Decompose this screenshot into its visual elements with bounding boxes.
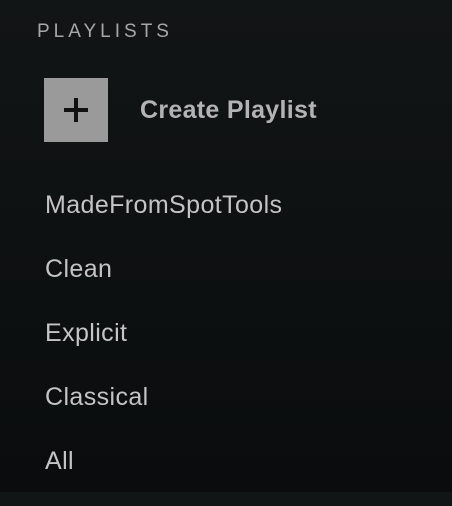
create-playlist-icon-box xyxy=(44,78,108,142)
create-playlist-label: Create Playlist xyxy=(140,95,317,124)
playlist-item-all[interactable]: All xyxy=(45,442,282,506)
playlist-list: MadeFromSpotTools Clean Explicit Classic… xyxy=(45,186,282,506)
create-playlist-button[interactable]: Create Playlist xyxy=(44,78,317,142)
playlists-section: PLAYLISTS Create Playlist MadeFromSpotTo… xyxy=(0,0,452,492)
playlists-header: PLAYLISTS xyxy=(37,21,173,42)
playlist-item-madefromspottools[interactable]: MadeFromSpotTools xyxy=(45,186,282,250)
playlist-item-classical[interactable]: Classical xyxy=(45,378,282,442)
playlist-item-clean[interactable]: Clean xyxy=(45,250,282,314)
plus-icon xyxy=(64,98,88,122)
playlist-item-explicit[interactable]: Explicit xyxy=(45,314,282,378)
